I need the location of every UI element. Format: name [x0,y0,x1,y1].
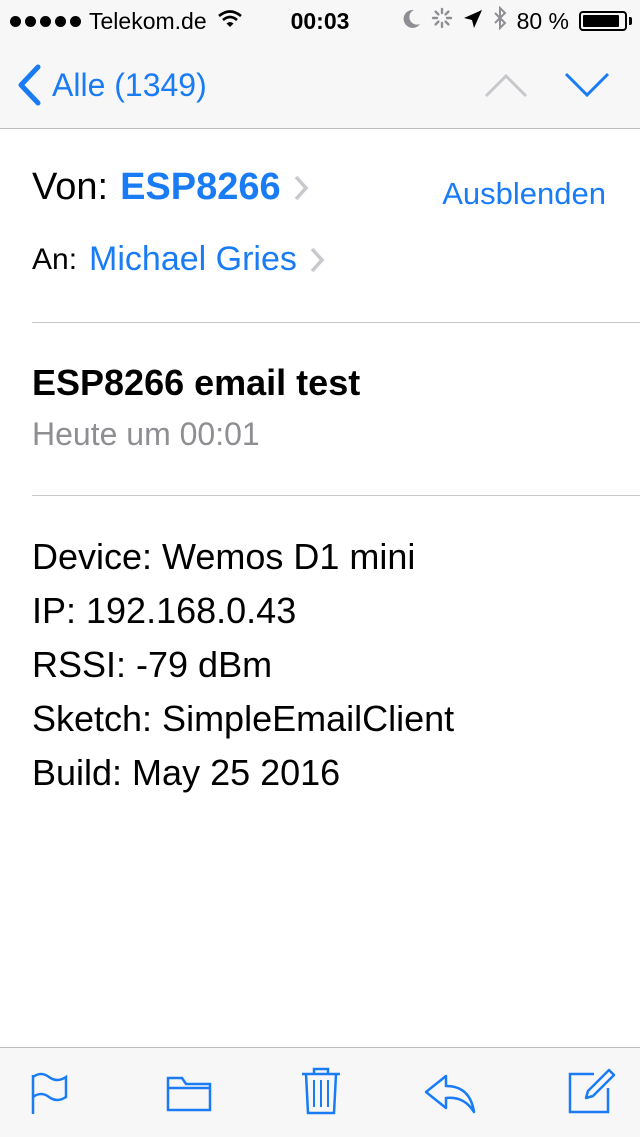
flag-button[interactable] [30,1070,70,1121]
from-label: Von: [32,166,109,208]
body-line: Device: Wemos D1 mini [32,536,416,577]
recipient-name-link[interactable]: Michael Gries [89,240,297,279]
compose-button[interactable] [568,1068,616,1119]
body-line: RSSI: -79 dBm [32,644,273,685]
activity-spinner-icon [431,7,453,35]
recipient-row: An: Michael Gries [32,240,325,279]
chevron-up-icon [484,73,528,98]
flag-icon [31,1072,68,1114]
navigation-bar: Alle (1349) [0,40,640,129]
chevron-left-icon [18,64,41,106]
previous-message-button[interactable] [484,64,528,109]
sender-name-link[interactable]: ESP8266 [120,166,281,209]
moon-icon [403,8,421,35]
to-label: An: [32,242,78,276]
subject-divider [32,495,640,496]
back-button-label: Alle (1349) [52,66,207,103]
status-bar-right: 80 % [403,5,632,36]
battery-nub [629,17,632,25]
move-to-folder-button[interactable] [166,1074,212,1117]
battery-icon [579,11,627,31]
reply-icon [424,1074,476,1114]
chevron-right-icon [310,247,325,272]
battery-percent: 80 % [516,7,569,34]
body-line: IP: 192.168.0.43 [32,590,297,631]
header-divider [32,322,640,323]
back-button[interactable]: Alle (1349) [16,64,207,106]
message-body: Device: Wemos D1 mini IP: 192.168.0.43 R… [32,530,454,800]
delete-button[interactable] [300,1066,342,1121]
message-date: Heute um 00:01 [32,416,260,452]
reply-button[interactable] [424,1074,476,1119]
compose-icon [568,1068,616,1114]
body-line: Build: May 25 2016 [32,752,341,793]
bottom-toolbar [0,1047,640,1137]
message-subject: ESP8266 email test [32,362,361,403]
next-message-button[interactable] [564,64,610,109]
location-arrow-icon [463,8,483,35]
chevron-down-icon [564,72,610,98]
folder-icon [166,1076,212,1112]
chevron-right-icon [294,175,309,200]
bluetooth-icon [493,5,507,36]
sender-row: Von: ESP8266 [32,166,309,209]
trash-icon [302,1067,340,1115]
body-line: Sketch: SimpleEmailClient [32,698,455,739]
status-bar: Telekom.de 00:03 80 % [0,0,640,40]
hide-details-button[interactable]: Ausblenden [442,176,606,212]
